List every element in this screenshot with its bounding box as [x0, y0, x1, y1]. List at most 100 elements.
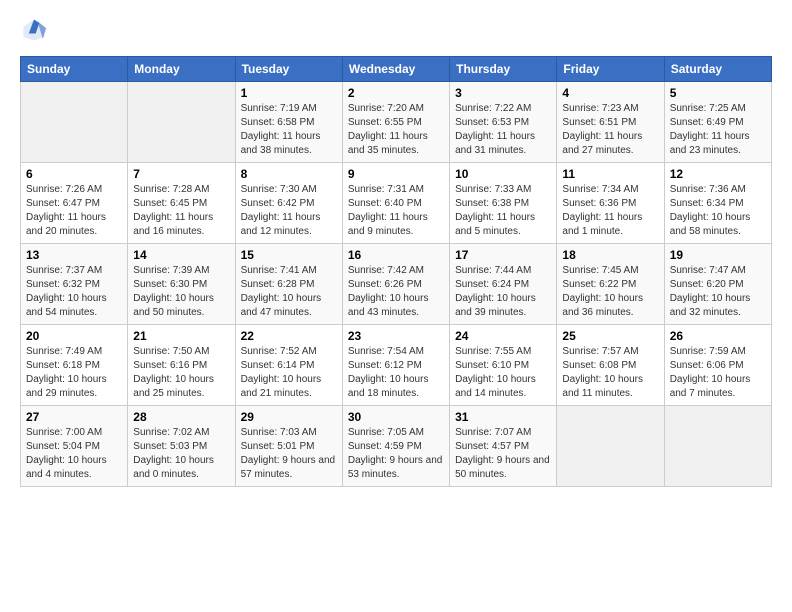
- calendar-cell: 18Sunrise: 7:45 AMSunset: 6:22 PMDayligh…: [557, 244, 664, 325]
- calendar-cell: 11 Sunrise: 7:34 AMSunset: 6:36 PMDayligh…: [557, 163, 664, 244]
- day-detail: Sunrise: 7:23 AMSunset: 6:51 PMDaylight:…: [562, 102, 658, 158]
- day-number: 19: [670, 248, 766, 262]
- day-detail: Sunrise: 7:57 AMSunset: 6:08 PMDaylight:…: [562, 345, 658, 401]
- day-number: 8: [241, 167, 337, 181]
- calendar-cell: 27 Sunrise: 7:00 AMSunset: 5:04 PMDayligh…: [21, 406, 128, 487]
- calendar-cell: 26 Sunrise: 7:59 AMSunset: 6:06 PMDayligh…: [664, 325, 771, 406]
- calendar-cell: 1 Sunrise: 7:19 AMSunset: 6:58 PMDaylight…: [235, 82, 342, 163]
- day-number: 30: [348, 410, 444, 424]
- day-detail: Sunrise: 7:52 AMSunset: 6:14 PMDaylight:…: [241, 345, 337, 401]
- calendar-cell: 4 Sunrise: 7:23 AMSunset: 6:51 PMDaylight…: [557, 82, 664, 163]
- calendar-cell: [664, 406, 771, 487]
- day-detail: Sunrise: 7:37 AMSunset: 6:32 PMDaylight:…: [26, 264, 122, 320]
- day-detail: Sunrise: 7:19 AMSunset: 6:58 PMDaylight:…: [241, 102, 337, 158]
- calendar-cell: 12 Sunrise: 7:36 AMSunset: 6:34 PMDayligh…: [664, 163, 771, 244]
- calendar-cell: 9 Sunrise: 7:31 AMSunset: 6:40 PMDaylight…: [342, 163, 449, 244]
- day-number: 28: [133, 410, 229, 424]
- weekday-header-saturday: Saturday: [664, 57, 771, 82]
- day-detail: Sunrise: 7:50 AMSunset: 6:16 PMDaylight:…: [133, 345, 229, 401]
- day-number: 26: [670, 329, 766, 343]
- calendar-cell: 15Sunrise: 7:41 AMSunset: 6:28 PMDayligh…: [235, 244, 342, 325]
- calendar-cell: 7 Sunrise: 7:28 AMSunset: 6:45 PMDaylight…: [128, 163, 235, 244]
- day-number: 2: [348, 86, 444, 100]
- day-number: 12: [670, 167, 766, 181]
- calendar-cell: 2 Sunrise: 7:20 AMSunset: 6:55 PMDaylight…: [342, 82, 449, 163]
- calendar-cell: 5 Sunrise: 7:25 AMSunset: 6:49 PMDaylight…: [664, 82, 771, 163]
- calendar-cell: 31Sunrise: 7:07 AMSunset: 4:57 PMDayligh…: [450, 406, 557, 487]
- day-number: 9: [348, 167, 444, 181]
- day-detail: Sunrise: 7:26 AMSunset: 6:47 PMDaylight:…: [26, 183, 122, 239]
- weekday-header-sunday: Sunday: [21, 57, 128, 82]
- day-detail: Sunrise: 7:03 AMSunset: 5:01 PMDaylight:…: [241, 426, 337, 482]
- day-detail: Sunrise: 7:59 AMSunset: 6:06 PMDaylight:…: [670, 345, 766, 401]
- weekday-header-monday: Monday: [128, 57, 235, 82]
- day-number: 29: [241, 410, 337, 424]
- day-detail: Sunrise: 7:54 AMSunset: 6:12 PMDaylight:…: [348, 345, 444, 401]
- day-detail: Sunrise: 7:39 AMSunset: 6:30 PMDaylight:…: [133, 264, 229, 320]
- calendar-cell: 22 Sunrise: 7:52 AMSunset: 6:14 PMDayligh…: [235, 325, 342, 406]
- day-detail: Sunrise: 7:00 AMSunset: 5:04 PMDaylight:…: [26, 426, 122, 482]
- day-number: 7: [133, 167, 229, 181]
- day-detail: Sunrise: 7:28 AMSunset: 6:45 PMDaylight:…: [133, 183, 229, 239]
- day-number: 31: [455, 410, 551, 424]
- calendar-table: SundayMondayTuesdayWednesdayThursdayFrid…: [20, 56, 772, 487]
- day-number: 17: [455, 248, 551, 262]
- weekday-header-tuesday: Tuesday: [235, 57, 342, 82]
- calendar-cell: 23 Sunrise: 7:54 AMSunset: 6:12 PMDayligh…: [342, 325, 449, 406]
- day-detail: Sunrise: 7:25 AMSunset: 6:49 PMDaylight:…: [670, 102, 766, 158]
- day-detail: Sunrise: 7:55 AMSunset: 6:10 PMDaylight:…: [455, 345, 551, 401]
- day-detail: Sunrise: 7:34 AMSunset: 6:36 PMDaylight:…: [562, 183, 658, 239]
- header-area: [20, 16, 772, 44]
- day-number: 4: [562, 86, 658, 100]
- day-number: 22: [241, 329, 337, 343]
- calendar-cell: 10Sunrise: 7:33 AMSunset: 6:38 PMDayligh…: [450, 163, 557, 244]
- day-number: 3: [455, 86, 551, 100]
- day-number: 11: [562, 167, 658, 181]
- day-number: 16: [348, 248, 444, 262]
- day-detail: Sunrise: 7:20 AMSunset: 6:55 PMDaylight:…: [348, 102, 444, 158]
- day-number: 25: [562, 329, 658, 343]
- calendar-cell: [128, 82, 235, 163]
- day-number: 18: [562, 248, 658, 262]
- weekday-header-row: SundayMondayTuesdayWednesdayThursdayFrid…: [21, 57, 772, 82]
- calendar-cell: 29 Sunrise: 7:03 AMSunset: 5:01 PMDayligh…: [235, 406, 342, 487]
- day-detail: Sunrise: 7:31 AMSunset: 6:40 PMDaylight:…: [348, 183, 444, 239]
- calendar-cell: 3 Sunrise: 7:22 AMSunset: 6:53 PMDaylight…: [450, 82, 557, 163]
- day-number: 5: [670, 86, 766, 100]
- calendar-cell: 6 Sunrise: 7:26 AMSunset: 6:47 PMDaylight…: [21, 163, 128, 244]
- calendar-cell: 24 Sunrise: 7:55 AMSunset: 6:10 PMDayligh…: [450, 325, 557, 406]
- calendar-cell: 8Sunrise: 7:30 AMSunset: 6:42 PMDaylight…: [235, 163, 342, 244]
- logo-icon: [20, 16, 48, 44]
- day-detail: Sunrise: 7:47 AMSunset: 6:20 PMDaylight:…: [670, 264, 766, 320]
- calendar-week-row: 27 Sunrise: 7:00 AMSunset: 5:04 PMDayligh…: [21, 406, 772, 487]
- calendar-cell: 19 Sunrise: 7:47 AMSunset: 6:20 PMDayligh…: [664, 244, 771, 325]
- day-detail: Sunrise: 7:44 AMSunset: 6:24 PMDaylight:…: [455, 264, 551, 320]
- calendar-cell: 30 Sunrise: 7:05 AMSunset: 4:59 PMDayligh…: [342, 406, 449, 487]
- day-detail: Sunrise: 7:41 AMSunset: 6:28 PMDaylight:…: [241, 264, 337, 320]
- day-number: 27: [26, 410, 122, 424]
- day-detail: Sunrise: 7:49 AMSunset: 6:18 PMDaylight:…: [26, 345, 122, 401]
- day-number: 6: [26, 167, 122, 181]
- calendar-week-row: 1 Sunrise: 7:19 AMSunset: 6:58 PMDaylight…: [21, 82, 772, 163]
- day-number: 23: [348, 329, 444, 343]
- weekday-header-wednesday: Wednesday: [342, 57, 449, 82]
- day-number: 20: [26, 329, 122, 343]
- day-number: 24: [455, 329, 551, 343]
- weekday-header-friday: Friday: [557, 57, 664, 82]
- calendar-cell: 16 Sunrise: 7:42 AMSunset: 6:26 PMDayligh…: [342, 244, 449, 325]
- calendar-page: SundayMondayTuesdayWednesdayThursdayFrid…: [0, 0, 792, 503]
- calendar-cell: 20 Sunrise: 7:49 AMSunset: 6:18 PMDayligh…: [21, 325, 128, 406]
- day-detail: Sunrise: 7:36 AMSunset: 6:34 PMDaylight:…: [670, 183, 766, 239]
- day-number: 14: [133, 248, 229, 262]
- day-detail: Sunrise: 7:05 AMSunset: 4:59 PMDaylight:…: [348, 426, 444, 482]
- day-detail: Sunrise: 7:42 AMSunset: 6:26 PMDaylight:…: [348, 264, 444, 320]
- logo: [20, 16, 52, 44]
- day-detail: Sunrise: 7:22 AMSunset: 6:53 PMDaylight:…: [455, 102, 551, 158]
- day-number: 1: [241, 86, 337, 100]
- day-number: 21: [133, 329, 229, 343]
- calendar-cell: 17 Sunrise: 7:44 AMSunset: 6:24 PMDayligh…: [450, 244, 557, 325]
- day-number: 13: [26, 248, 122, 262]
- day-number: 10: [455, 167, 551, 181]
- calendar-week-row: 20 Sunrise: 7:49 AMSunset: 6:18 PMDayligh…: [21, 325, 772, 406]
- calendar-cell: [21, 82, 128, 163]
